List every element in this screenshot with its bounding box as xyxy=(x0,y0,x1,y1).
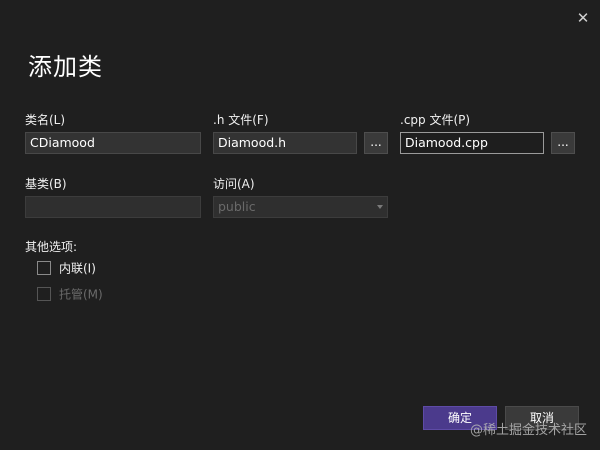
cpp-file-browse-button[interactable]: ... xyxy=(551,132,575,154)
close-icon[interactable]: ✕ xyxy=(573,8,593,28)
inline-option[interactable]: 内联(I) xyxy=(37,260,96,276)
class-name-input[interactable]: CDiamood xyxy=(25,132,201,154)
class-name-label: 类名(L) xyxy=(25,113,66,127)
h-file-input[interactable]: Diamood.h xyxy=(213,132,357,154)
inline-checkbox[interactable] xyxy=(37,260,51,275)
watermark-text: @稀土掘金技术社区 xyxy=(470,423,588,438)
base-class-label: 基类(B) xyxy=(25,177,67,191)
h-file-label: .h 文件(F) xyxy=(213,113,269,127)
base-class-input[interactable] xyxy=(25,196,201,218)
h-file-browse-button[interactable]: ... xyxy=(364,132,388,154)
add-class-dialog: ✕ 添加类 类名(L) .h 文件(F) .cpp 文件(P) CDiamood… xyxy=(0,0,600,450)
cpp-file-input[interactable]: Diamood.cpp xyxy=(400,132,544,154)
dialog-title: 添加类 xyxy=(28,53,103,81)
chevron-down-icon xyxy=(377,205,383,209)
inline-checkbox-label: 内联(I) xyxy=(59,261,96,276)
managed-checkbox-label: 托管(M) xyxy=(59,287,103,302)
cpp-file-label: .cpp 文件(P) xyxy=(400,113,471,127)
access-select[interactable]: public xyxy=(213,196,388,218)
other-options-label: 其他选项: xyxy=(25,240,78,254)
access-select-value: public xyxy=(218,199,256,214)
managed-option[interactable]: 托管(M) xyxy=(37,286,103,302)
managed-checkbox[interactable] xyxy=(37,286,51,301)
access-label: 访问(A) xyxy=(213,177,255,191)
